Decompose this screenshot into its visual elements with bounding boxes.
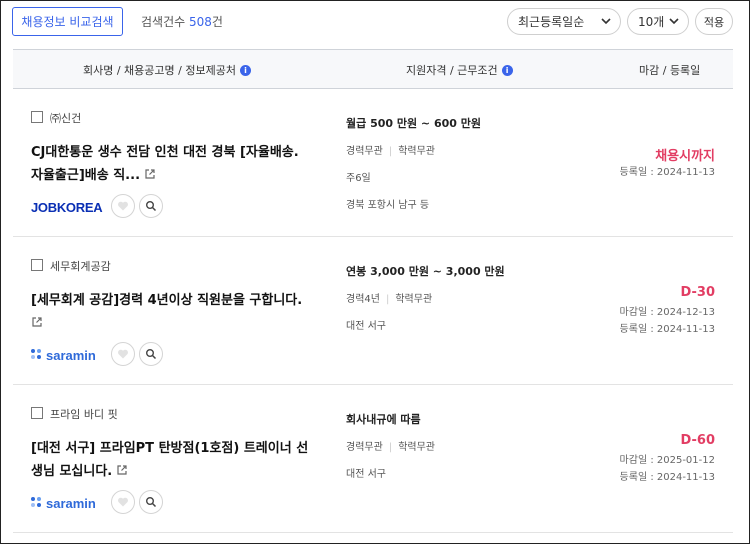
job-title-line: 자율출근]배송 직... <box>31 168 141 183</box>
chevron-down-icon <box>601 18 611 25</box>
dates: 마감일 : 2025-01-12 등록일 : 2024-11-13 <box>620 452 715 486</box>
search-icon <box>146 201 157 212</box>
location: 대전 서구 <box>346 321 386 332</box>
table-header: 회사명 / 채용공고명 / 정보제공처 i 지원자격 / 근무조건 i 마감 /… <box>13 49 733 89</box>
dates: 등록일 : 2024-11-13 <box>620 164 715 181</box>
search-icon <box>146 497 157 508</box>
scrap-button[interactable] <box>111 194 135 218</box>
closing-date: 마감일 : 2025-01-12 <box>619 455 715 466</box>
heart-icon <box>118 349 128 359</box>
per-page-select[interactable]: 10개 <box>627 8 689 35</box>
job-row: ㈜신건 CJ대한통운 생수 전담 인천 대전 경북 [자율배송. 자율출근]배송… <box>13 89 733 237</box>
experience: 경력4년 <box>346 294 380 305</box>
job-search-panel: 채용정보 비교검색 검색건수 508건 최근등록일순 10개 적용 회사명 / … <box>0 0 750 544</box>
chevron-down-icon <box>669 18 679 25</box>
info-icon[interactable]: i <box>239 64 251 76</box>
saramin-logo: saramin <box>31 496 96 511</box>
job-title[interactable]: [세무회계 공감]경력 4년이상 직원분을 구합니다. <box>31 289 321 335</box>
job-title-line: [대전 서구] 프라임PT 탄방점(1호점) 트레이너 선 <box>31 441 309 456</box>
qualification: 경력4년 | 학력무관 <box>346 294 433 305</box>
registered-date: 등록일 : 2024-11-13 <box>619 324 715 335</box>
qualification: 경력무관 | 학력무관 <box>346 146 435 157</box>
registered-date: 등록일 : 2024-11-13 <box>619 472 715 483</box>
header-deadline-column: 마감 / 등록일 <box>639 62 700 78</box>
search-count: 검색건수 508건 <box>141 13 223 30</box>
qualification: 경력무관 | 학력무관 <box>346 442 435 453</box>
source-logo-jobkorea: JOBKOREA <box>31 199 103 215</box>
job-row: 프라임 바디 핏 [대전 서구] 프라임PT 탄방점(1호점) 트레이너 선 생… <box>13 385 733 533</box>
heart-icon <box>118 201 128 211</box>
job-title-line: CJ대한통운 생수 전담 인천 대전 경북 [자율배송. <box>31 145 299 160</box>
job-title-line: 생님 모십니다. <box>31 464 113 479</box>
job-select-checkbox[interactable] <box>31 259 43 271</box>
saramin-mark <box>31 349 43 361</box>
toolbar: 채용정보 비교검색 검색건수 508건 최근등록일순 10개 적용 <box>1 1 749 45</box>
deadline: D-30 <box>680 285 715 300</box>
detail-search-button[interactable] <box>139 490 163 514</box>
jobkorea-logo: JOBKOREA <box>31 199 103 215</box>
scrap-button[interactable] <box>111 490 135 514</box>
saramin-mark <box>31 497 43 509</box>
experience: 경력무관 <box>346 442 383 453</box>
education: 학력무관 <box>398 146 435 157</box>
experience: 경력무관 <box>346 146 383 157</box>
saramin-logo: saramin <box>31 348 96 363</box>
salary: 연봉 3,000 만원 ~ 3,000 만원 <box>346 265 505 278</box>
search-count-unit: 건 <box>211 15 223 29</box>
search-count-value: 508 <box>189 15 212 29</box>
job-title[interactable]: CJ대한통운 생수 전담 인천 대전 경북 [자율배송. 자율출근]배송 직..… <box>31 141 321 187</box>
dates: 마감일 : 2024-12-13 등록일 : 2024-11-13 <box>620 304 715 338</box>
registered-date: 등록일 : 2024-11-13 <box>619 167 715 178</box>
deadline: D-60 <box>680 433 715 448</box>
company-name[interactable]: 프라임 바디 핏 <box>50 406 118 422</box>
closing-date: 마감일 : 2024-12-13 <box>619 307 715 318</box>
job-select-checkbox[interactable] <box>31 111 43 123</box>
detail-search-button[interactable] <box>139 194 163 218</box>
header-deadline-label: 마감 / 등록일 <box>639 64 701 77</box>
source-logo-saramin: saramin <box>31 495 96 511</box>
sort-select-value: 최근등록일순 <box>518 15 585 29</box>
header-company-label: 회사명 / 채용공고명 / 정보제공처 <box>83 64 236 77</box>
location: 경북 포항시 남구 등 <box>346 200 430 211</box>
salary: 회사내규에 따름 <box>346 413 421 426</box>
info-icon[interactable]: i <box>501 64 513 76</box>
external-link-icon[interactable] <box>31 316 43 328</box>
per-page-select-value: 10개 <box>638 15 665 29</box>
job-row: 세무회계공감 [세무회계 공감]경력 4년이상 직원분을 구합니다. saram… <box>13 237 733 385</box>
header-company-column: 회사명 / 채용공고명 / 정보제공처 i <box>83 62 251 78</box>
scrap-button[interactable] <box>111 342 135 366</box>
sort-select[interactable]: 최근등록일순 <box>507 8 621 35</box>
heart-icon <box>118 497 128 507</box>
location: 대전 서구 <box>346 469 386 480</box>
source-logo-saramin: saramin <box>31 347 96 363</box>
workdays: 주6일 <box>346 173 371 184</box>
job-title-line-end: 생님 모십니다. <box>31 460 321 483</box>
header-conditions-label: 지원자격 / 근무조건 <box>406 64 498 77</box>
external-link-icon[interactable] <box>116 464 128 476</box>
search-icon <box>146 349 157 360</box>
search-count-label: 검색건수 <box>141 15 186 29</box>
external-link-icon[interactable] <box>144 168 156 180</box>
job-title-line-end: 자율출근]배송 직... <box>31 164 321 187</box>
education: 학력무관 <box>398 442 435 453</box>
detail-search-button[interactable] <box>139 342 163 366</box>
job-select-checkbox[interactable] <box>31 407 43 419</box>
salary: 월급 500 만원 ~ 600 만원 <box>346 117 482 130</box>
compare-search-button[interactable]: 채용정보 비교검색 <box>12 7 123 36</box>
job-title[interactable]: [대전 서구] 프라임PT 탄방점(1호점) 트레이너 선 생님 모십니다. <box>31 437 321 483</box>
saramin-logo-text: saramin <box>46 347 96 363</box>
deadline: 채용시까지 <box>655 149 715 164</box>
education: 학력무관 <box>395 294 433 305</box>
apply-button[interactable]: 적용 <box>695 8 733 35</box>
saramin-logo-text: saramin <box>46 495 96 511</box>
job-title-line-end <box>31 312 321 335</box>
company-name[interactable]: ㈜신건 <box>50 110 81 126</box>
job-title-line: [세무회계 공감]경력 4년이상 직원분을 구합니다. <box>31 293 303 308</box>
company-name[interactable]: 세무회계공감 <box>50 258 111 274</box>
header-conditions-column: 지원자격 / 근무조건 i <box>406 62 513 78</box>
